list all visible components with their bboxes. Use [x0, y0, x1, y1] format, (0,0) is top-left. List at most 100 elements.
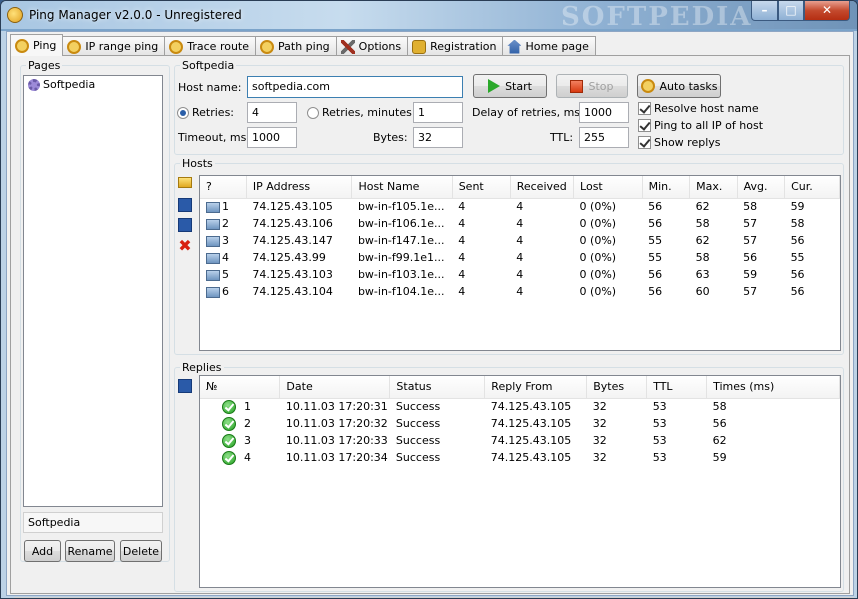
hosts-col-header[interactable]: Min.	[642, 176, 691, 199]
reply-row[interactable]: 3 10.11.03 17:20:33 Success 74.125.43.105 32…	[200, 432, 840, 449]
reply-row[interactable]: 1 10.11.03 17:20:31 Success 74.125.43.105 32…	[200, 398, 840, 415]
save-replies-icon[interactable]	[178, 379, 192, 393]
retries-input[interactable]: 4	[247, 102, 297, 123]
host-cell: 57	[743, 285, 758, 298]
host-row[interactable]: 4 74.125.43.99 bw-in-f99.1e1... 4 4 0 (0%) 55 5…	[200, 249, 840, 266]
host-cell: 0 (0%)	[579, 268, 617, 281]
retries-minutes-radio[interactable]: Retries, minutes:	[307, 106, 416, 119]
host-cell: 56	[648, 200, 663, 214]
replies-table[interactable]: № Date Status Reply From Bytes TTL Times (ms) …	[199, 375, 841, 588]
ttl-input[interactable]: 255	[579, 127, 629, 148]
hosts-col-header[interactable]: Received	[510, 176, 575, 199]
host-index: 1	[222, 200, 229, 214]
host-cell: 74.125.43.99	[252, 251, 326, 264]
host-row[interactable]: 5 74.125.43.103 bw-in-f103.1e... 4 4 0 (0%) 56…	[200, 266, 840, 283]
hosts-table[interactable]: ? IP Address Host Name Sent Received Lost Min.…	[199, 175, 841, 351]
tab-label: Trace route	[187, 40, 250, 53]
hosts-col-header[interactable]: ?	[200, 176, 247, 199]
host-cell: 0 (0%)	[579, 234, 617, 247]
hosts-col-header[interactable]: Cur.	[784, 176, 840, 199]
host-cell: 5	[200, 266, 246, 283]
host-cell: 4	[458, 268, 466, 281]
replies-col-header[interactable]: Bytes	[586, 376, 648, 399]
host-index: 3	[222, 234, 229, 247]
hosts-col-header[interactable]: Host Name	[351, 176, 453, 199]
tab-ip-range-ping[interactable]: IP range ping	[62, 36, 166, 56]
bytes-input[interactable]: 32	[413, 127, 463, 148]
stop-button[interactable]: Stop	[556, 74, 628, 98]
host-cell: 4	[516, 285, 524, 298]
tab-registration[interactable]: Registration	[407, 36, 504, 56]
tab-label: Options	[358, 40, 402, 53]
app-window: Ping Manager v2.0.0 - Unregistered SOFTP…	[0, 0, 858, 599]
replies-col-header[interactable]: №	[200, 376, 281, 399]
delete-button[interactable]: Delete	[120, 540, 162, 562]
delay-input[interactable]: 1000	[579, 102, 629, 123]
page-name-field[interactable]: Softpedia	[23, 512, 163, 533]
tab-ping[interactable]: Ping	[10, 34, 64, 56]
tab-label: IP range ping	[85, 40, 159, 53]
hosts-col-header[interactable]: Lost	[573, 176, 643, 199]
replies-col-header[interactable]: Times (ms)	[706, 376, 840, 399]
host-row[interactable]: 6 74.125.43.104 bw-in-f104.1e... 4 4 0 (0%) 56…	[200, 283, 840, 300]
reply-row[interactable]: 4 10.11.03 17:20:34 Success 74.125.43.105 32…	[200, 449, 840, 466]
title-bar[interactable]: Ping Manager v2.0.0 - Unregistered SOFTP…	[1, 1, 857, 32]
close-button[interactable]: ✕	[804, 1, 850, 21]
hosts-col-header[interactable]: Sent	[452, 176, 511, 199]
show-replys-checkbox[interactable]: Show replys	[638, 136, 721, 149]
reply-cell: 58	[712, 400, 727, 414]
play-icon	[488, 79, 501, 93]
ping-panel: Pages Softpedia Softpedia Add Rename Del…	[10, 55, 854, 598]
replies-col-header[interactable]: Date	[279, 376, 391, 399]
hosts-title: Hosts	[180, 157, 215, 170]
retries-radio-dot	[177, 106, 189, 119]
host-cell: 62	[695, 200, 710, 214]
gear-icon	[28, 78, 40, 91]
start-button[interactable]: Start	[473, 74, 547, 98]
host-cell: 74.125.43.104	[252, 285, 333, 298]
computer-icon	[206, 235, 220, 247]
open-folder-icon[interactable]	[178, 177, 192, 188]
pages-list[interactable]: Softpedia	[23, 75, 163, 507]
replies-col-header[interactable]: TTL	[646, 376, 708, 399]
host-cell: 74.125.43.106	[252, 217, 333, 230]
host-cell: 3	[200, 232, 246, 249]
auto-tasks-button[interactable]: Auto tasks	[637, 74, 721, 98]
tab-home-page[interactable]: Home page	[502, 36, 596, 56]
replies-col-header[interactable]: Status	[389, 376, 486, 399]
minimize-button[interactable]: –	[751, 1, 778, 21]
delete-icon[interactable]: ✖	[178, 238, 192, 254]
tab-path-ping[interactable]: Path ping	[255, 36, 337, 56]
success-check-icon	[222, 433, 236, 448]
tab-options[interactable]: Options	[335, 36, 409, 56]
rename-button[interactable]: Rename	[65, 540, 115, 562]
save-icon[interactable]	[178, 198, 192, 212]
resolve-host-label: Resolve host name	[654, 102, 759, 115]
host-row[interactable]: 2 74.125.43.106 bw-in-f106.1e... 4 4 0 (0%) 56…	[200, 215, 840, 232]
host-row[interactable]: 3 74.125.43.147 bw-in-f147.1e... 4 4 0 (0%) 55…	[200, 232, 840, 249]
tab-trace-route[interactable]: Trace route	[164, 36, 257, 56]
add-button[interactable]: Add	[24, 540, 61, 562]
hosts-col-header[interactable]: IP Address	[246, 176, 353, 199]
retries-radio[interactable]: Retries:	[177, 106, 234, 119]
retries-minutes-radio-dot	[307, 106, 319, 119]
host-cell: 59	[790, 200, 805, 214]
maximize-button[interactable]: □	[778, 1, 804, 21]
hosts-col-header[interactable]: Max.	[689, 176, 738, 199]
host-index: 2	[222, 217, 229, 230]
resolve-host-checkbox[interactable]: Resolve host name	[638, 102, 759, 115]
ping-all-ip-checkbox[interactable]: Ping to all IP of host	[638, 119, 763, 132]
host-cell: bw-in-f104.1e...	[357, 285, 445, 298]
reply-cell: 62	[712, 434, 727, 447]
retries-minutes-input[interactable]: 1	[413, 102, 463, 123]
reply-row[interactable]: 2 10.11.03 17:20:32 Success 74.125.43.105 32…	[200, 415, 840, 432]
save-as-icon[interactable]	[178, 218, 192, 232]
host-name-input[interactable]: softpedia.com	[247, 76, 463, 98]
page-item[interactable]: Softpedia	[24, 76, 162, 93]
host-row[interactable]: 1 74.125.43.105 bw-in-f105.1e... 4 4 0 (0%) 56…	[200, 198, 840, 215]
timeout-input[interactable]: 1000	[247, 127, 297, 148]
reply-cell: 53	[652, 417, 667, 430]
hosts-col-header[interactable]: Avg.	[737, 176, 786, 199]
replies-col-header[interactable]: Reply From	[484, 376, 588, 399]
page-item-label: Softpedia	[43, 78, 96, 91]
